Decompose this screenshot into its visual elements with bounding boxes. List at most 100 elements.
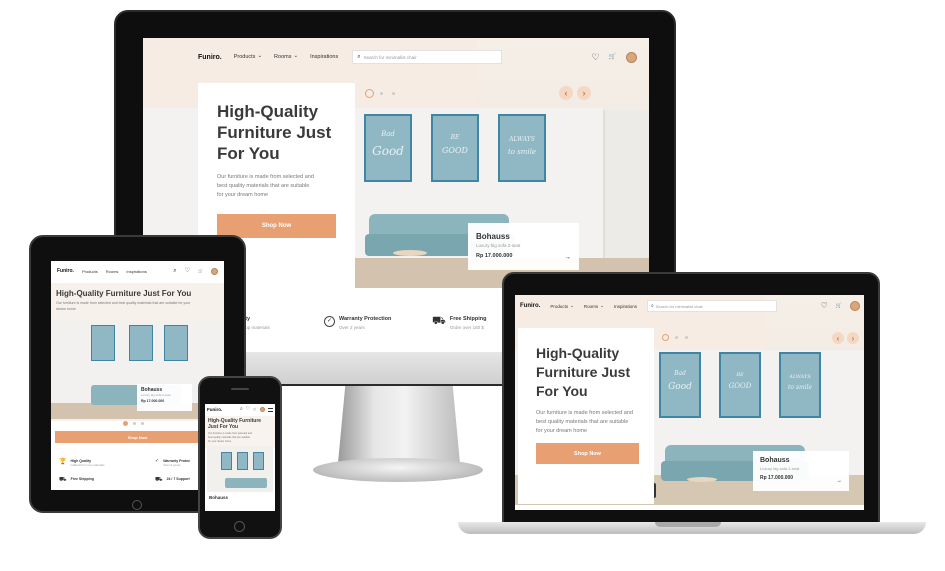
product-price: Rp 17.000.000 — [476, 253, 513, 259]
nav-rooms[interactable]: Rooms — [106, 269, 119, 274]
product-name: Bohauss — [476, 232, 510, 241]
phone-speaker — [231, 388, 249, 390]
phone-screen: Funiro. ⌕ ♡ 🛒 High-Quality Furniture Jus… — [205, 404, 275, 511]
search-input[interactable]: ⌕ Search for minimalist chair — [646, 300, 777, 312]
feature-title: 24 / 7 Support — [166, 477, 190, 481]
slider-dot[interactable] — [392, 92, 395, 95]
nav-rooms[interactable]: Rooms ⌄ — [584, 302, 604, 308]
search-icon[interactable]: ⌕ — [240, 407, 243, 412]
hero-description: Our furniture is made from selected and — [217, 174, 314, 180]
feature-subtitle: crafted from top materials — [70, 463, 105, 467]
nav-rooms[interactable]: Rooms ⌄ — [274, 54, 298, 60]
frame-text: Bad — [381, 130, 395, 138]
chevron-down-icon: ⌄ — [600, 302, 604, 308]
sofa — [225, 478, 267, 488]
heart-icon[interactable]: ♡ — [185, 268, 190, 274]
frame-text: ALWAYS — [509, 136, 535, 143]
hero-description: best quality materials that are suitable — [208, 436, 250, 439]
hero-title: High-Quality Furniture Just For You — [56, 289, 192, 298]
nav-inspirations[interactable]: Inspirations — [310, 54, 338, 60]
nav-products[interactable]: Products ⌄ — [234, 54, 262, 60]
frame-text: Good — [668, 382, 692, 392]
slider-dot[interactable] — [675, 336, 678, 339]
slider-dot-active[interactable] — [365, 89, 374, 98]
nav-products[interactable]: Products — [82, 269, 98, 274]
nav-inspirations[interactable]: Inspirations — [614, 304, 637, 309]
brand-logo[interactable]: Funiro. — [520, 303, 540, 309]
feature-quality: 🏆 High Quality crafted from top materials — [59, 459, 105, 467]
wall-frame-smile — [253, 452, 264, 470]
hero-title: Furniture Just — [536, 364, 631, 380]
phone-nav: Funiro. ⌕ ♡ 🛒 — [205, 404, 275, 415]
search-icon: ⌕ — [650, 302, 654, 309]
chevron-down-icon: ⌄ — [293, 53, 299, 60]
product-card[interactable]: Bohauss Luxury big sofa 2-seat Rp 17.000… — [137, 384, 192, 411]
heart-icon[interactable]: ♡ — [821, 302, 828, 310]
avatar[interactable] — [211, 267, 218, 275]
search-placeholder: Search for minimalist chair — [363, 54, 417, 60]
feature-title: Warranty Protection — [339, 316, 392, 322]
product-card[interactable]: Bohauss — [207, 493, 267, 511]
hero-description: Our furniture is made from selected and — [536, 410, 633, 416]
slider-prev-button[interactable]: ‹ — [559, 86, 573, 100]
slider-prev-button[interactable]: ‹ — [832, 332, 844, 344]
slider-dot[interactable] — [141, 422, 144, 425]
feature-shipping: ⛟ Free Shipping Order over 150 $ — [432, 315, 487, 331]
slider-next-button[interactable]: › — [847, 332, 859, 344]
hero-title: Furniture Just — [217, 123, 332, 142]
hero-description: best quality materials that are suitable — [536, 419, 629, 425]
truck-icon: ⛟ — [155, 477, 163, 483]
avatar[interactable] — [260, 407, 265, 412]
nav-products[interactable]: Products ⌄ — [550, 303, 574, 308]
search-icon: ⌕ — [357, 54, 361, 60]
check-circle-icon: ✓ — [155, 458, 160, 464]
product-card[interactable]: Bohauss Luxury big sofa 2-seat Rp 17.000… — [468, 223, 579, 270]
chevron-right-icon: › — [582, 88, 586, 98]
brand-logo[interactable]: Funiro. — [198, 54, 222, 61]
arrow-right-icon[interactable]: → — [836, 478, 842, 484]
arrow-right-icon[interactable]: → — [564, 254, 571, 261]
hero-description: dream home — [56, 307, 76, 311]
heart-icon[interactable]: ♡ — [246, 407, 250, 412]
hero-title: High-Quality — [536, 345, 620, 361]
menu-icon[interactable] — [268, 407, 273, 412]
cart-icon[interactable]: 🛒 — [253, 408, 257, 411]
monitor-stand-base — [313, 458, 483, 482]
slider-dot[interactable] — [380, 92, 383, 95]
shop-now-button[interactable]: Shop Now — [536, 443, 639, 464]
slider-dot-active[interactable] — [123, 421, 128, 426]
wall-frame-be-good — [129, 325, 153, 361]
avatar[interactable] — [626, 51, 637, 63]
cart-icon[interactable]: 🛒 — [609, 54, 616, 60]
brand-logo[interactable]: Funiro. — [207, 407, 222, 412]
tablet-nav: Funiro. Products Rooms Inspirations ⌕ ♡ … — [51, 261, 224, 281]
slider-next-button[interactable]: › — [577, 86, 591, 100]
cart-icon[interactable]: 🛒 — [198, 269, 203, 273]
shop-now-button[interactable]: Shop Now — [55, 431, 220, 443]
truck-icon: ⛟ — [432, 315, 446, 327]
feature-warranty: ✓ Warranty Protec Over 2 years — [155, 458, 190, 468]
slider-dot[interactable] — [133, 422, 136, 425]
chevron-left-icon: ‹ — [564, 88, 568, 98]
wall-frame-be-good: BE GOOD — [431, 114, 479, 182]
chevron-left-icon: ‹ — [836, 333, 840, 343]
cart-icon[interactable]: 🛒 — [836, 303, 842, 309]
product-price: Rp 17.000.000 — [760, 475, 794, 481]
product-card[interactable]: Bohauss Luxury big sofa 2-seat Rp 17.000… — [753, 451, 849, 491]
hero-description: best quality materials that are suitable — [217, 183, 310, 189]
wall-frame-bad-good: Bad Good — [659, 352, 701, 418]
nav-products-label: Products — [233, 54, 256, 60]
slider-dot-active[interactable] — [662, 334, 669, 341]
search-icon[interactable]: ⌕ — [173, 268, 176, 274]
room-door — [603, 110, 649, 258]
product-name: Bohauss — [760, 457, 790, 464]
nav-inspirations[interactable]: Inspirations — [126, 269, 146, 274]
avatar[interactable] — [850, 301, 860, 311]
check-circle-icon: ✓ — [324, 316, 335, 327]
brand-logo[interactable]: Funiro. — [57, 268, 74, 274]
slider-dot[interactable] — [685, 336, 688, 339]
search-input[interactable]: ⌕ Search for minimalist chair — [352, 50, 503, 64]
heart-icon[interactable]: ♡ — [591, 52, 599, 62]
product-subtitle: Luxury big sofa 2-seat — [141, 393, 171, 397]
phone-home-button — [234, 521, 245, 532]
